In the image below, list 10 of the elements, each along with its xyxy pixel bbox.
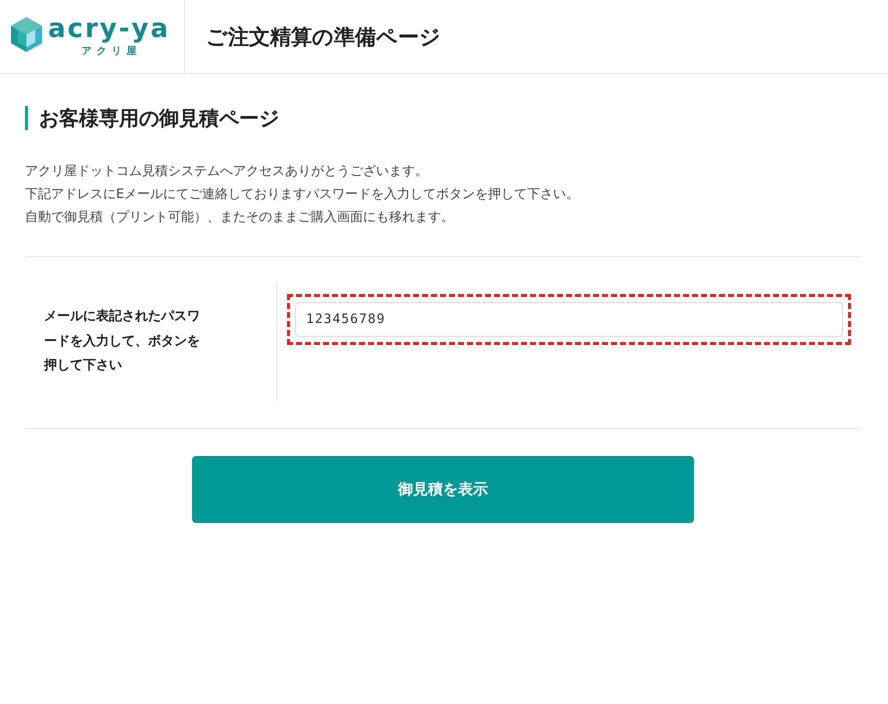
logo-wordmark: acry-ya — [48, 15, 170, 43]
logo-subtitle: アクリ屋 — [80, 46, 142, 58]
page-title: ご注文精算の準備ページ — [205, 24, 441, 50]
intro-text: 下記アドレスにEメールにてご連絡しておりますパスワードを入力してボタンを押して下さい。 — [25, 186, 580, 204]
intro-text: アクリ屋ドットコム見積システムへアクセスありがとうございます。 — [25, 163, 428, 181]
intro-text: 自動で御見積（プリント可能）、またそのままご購入画面にも移れます。 — [25, 209, 454, 227]
password-field[interactable]: 123456789 — [295, 302, 843, 337]
password-label: メールに表記されたパスワードを入力して、ボタンを押して下さい — [44, 308, 200, 375]
section-heading: お客様専用の御見積ページ — [25, 106, 279, 130]
cube-logo-icon — [10, 16, 43, 53]
